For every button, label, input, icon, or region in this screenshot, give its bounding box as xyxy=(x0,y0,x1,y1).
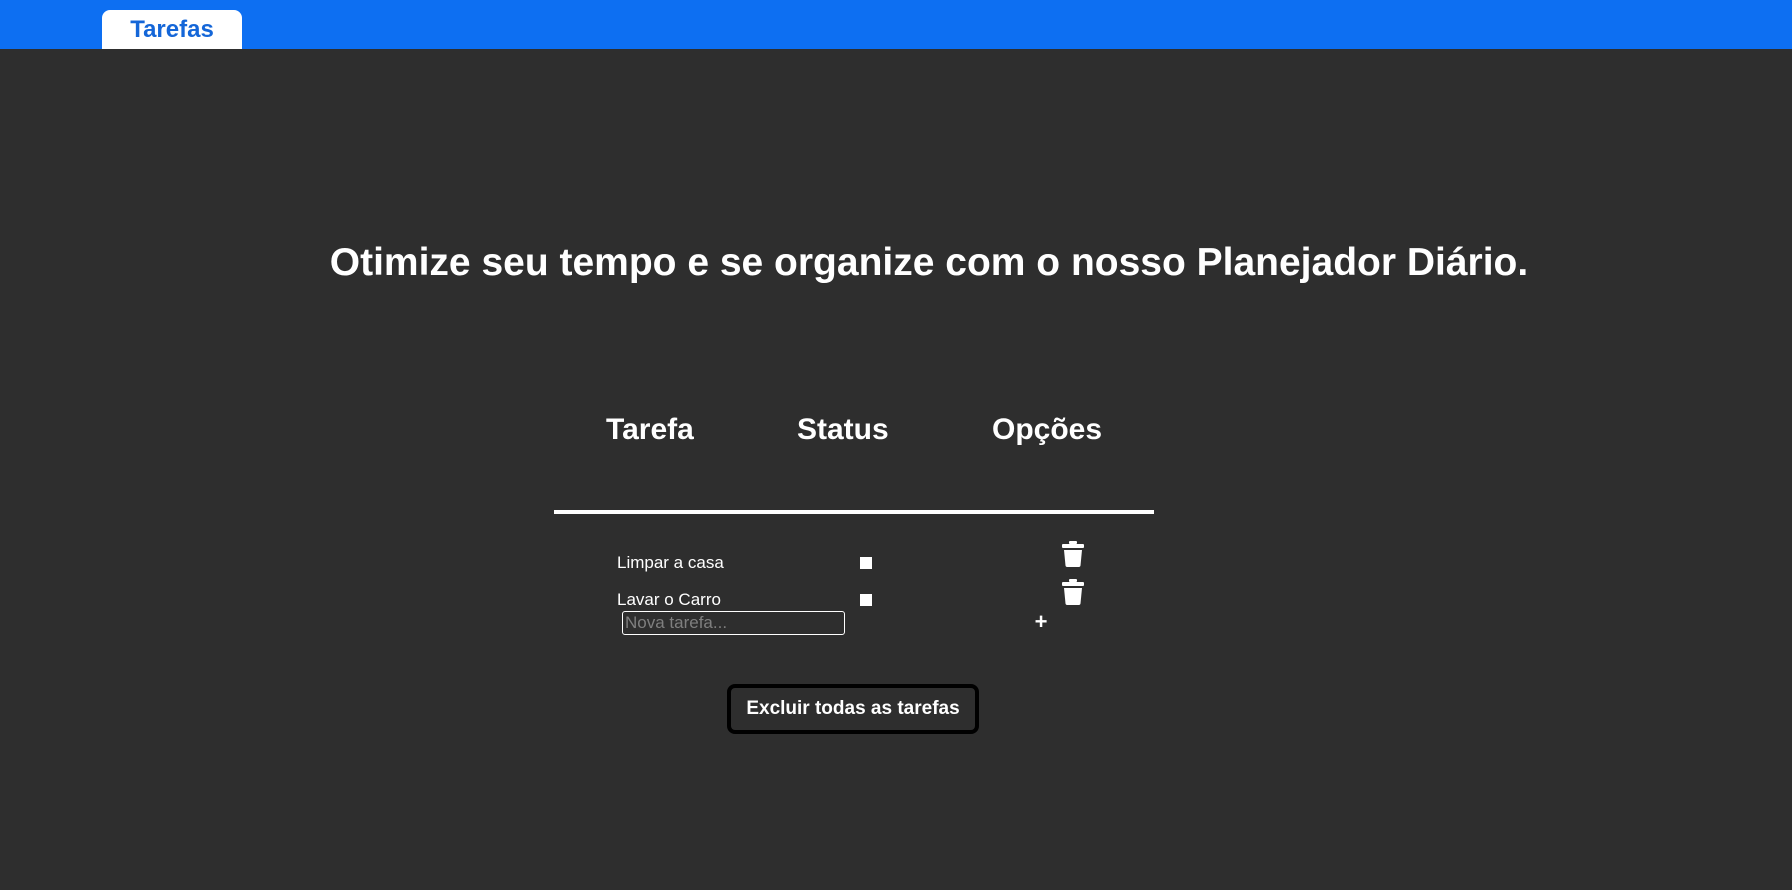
page-headline: Otimize seu tempo e se organize com o no… xyxy=(329,241,1529,284)
tab-tarefas[interactable]: Tarefas xyxy=(102,10,242,49)
trash-icon[interactable] xyxy=(1062,541,1084,567)
header-divider xyxy=(554,510,1154,514)
task-status-checkbox[interactable] xyxy=(860,557,872,569)
task-label: Lavar o Carro xyxy=(617,590,721,609)
delete-all-tasks-button[interactable]: Excluir todas as tarefas xyxy=(727,684,979,734)
column-header-tarefa: Tarefa xyxy=(606,413,694,446)
add-task-button[interactable]: + xyxy=(1031,608,1051,636)
trash-icon[interactable] xyxy=(1062,579,1084,605)
task-label: Limpar a casa xyxy=(617,553,724,572)
new-task-input[interactable] xyxy=(622,611,845,635)
column-header-opcoes: Opções xyxy=(992,413,1103,446)
task-status-checkbox[interactable] xyxy=(860,594,872,606)
top-nav-bar: Tarefas xyxy=(0,0,1792,49)
column-header-status: Status xyxy=(797,413,889,446)
